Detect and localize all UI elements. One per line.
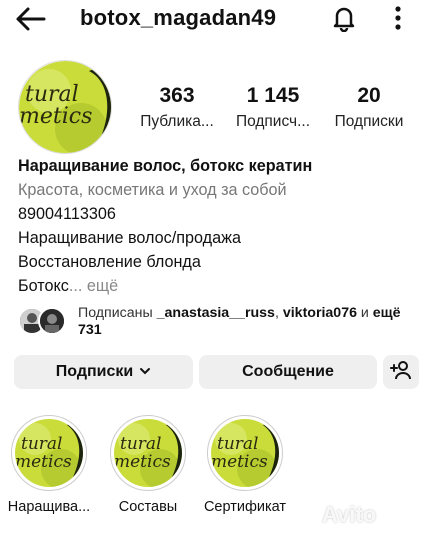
add-person-button[interactable] [383, 355, 419, 389]
highlight-2-text-top: tural [217, 434, 258, 454]
followed-by-avatars [18, 307, 70, 337]
highlight-ring: tural metics [207, 415, 283, 491]
more-vertical-icon[interactable] [388, 4, 408, 32]
bio-category: Красота, косметика и уход за собой [18, 181, 287, 199]
back-arrow-icon[interactable] [14, 4, 48, 34]
highlight-0-text-top: tural [21, 434, 62, 454]
stat-posts[interactable]: 363 Публика... [132, 84, 222, 131]
highlight-label: Сертификат [203, 499, 287, 515]
avito-watermark: Avito [322, 502, 377, 527]
stat-posts-label: Публика... [140, 113, 214, 130]
followed-by-and: и [356, 305, 373, 321]
stat-following-label: Подписки [334, 113, 404, 130]
subscriptions-button[interactable]: Подписки [14, 355, 193, 389]
followed-by-user-2[interactable]: viktoria076 [283, 305, 357, 321]
highlight-label: Наращива... [7, 499, 91, 515]
subscriptions-button-label: Подписки [55, 363, 134, 380]
bio-line-2: Восстановление блонда [18, 253, 201, 271]
top-bar: botox_magadan49 [0, 0, 432, 40]
profile-avatar[interactable]: tural metics [18, 60, 112, 154]
bio-last-line: Ботокс... ещё [18, 274, 418, 298]
highlight-label: Составы [118, 499, 178, 515]
stat-followers[interactable]: 1 145 Подписч... [228, 84, 318, 131]
bio-line-3: Ботокс [18, 277, 69, 295]
stat-following[interactable]: 20 Подписки [324, 84, 414, 131]
highlight-0-text-bottom: metics [15, 452, 72, 472]
bio-phone: 89004113306 [18, 205, 116, 223]
highlight-ring: tural metics [11, 415, 87, 491]
avatar [38, 307, 66, 335]
profile-bio: Наращивание волос, ботокс кератин Красот… [18, 154, 418, 298]
highlight-0[interactable]: tural metics Наращива... [4, 415, 94, 515]
highlight-1-text-bottom: metics [114, 452, 171, 472]
followed-by-user-1[interactable]: _anastasia__russ [157, 305, 275, 321]
stat-followers-value: 1 145 [246, 84, 300, 107]
message-button-label: Сообщение [242, 363, 334, 380]
stat-posts-value: 363 [159, 84, 195, 107]
avatar-text-bottom: metics [19, 104, 92, 129]
profile-username: botox_magadan49 [80, 5, 277, 30]
stat-following-value: 20 [357, 84, 381, 107]
bio-more-link[interactable]: ... ещё [69, 277, 118, 295]
highlight-2[interactable]: tural metics Сертификат [200, 415, 290, 515]
followed-by-prefix: Подписаны [78, 305, 157, 321]
followed-by-separator: , [274, 305, 283, 321]
message-button[interactable]: Сообщение [199, 355, 377, 389]
stat-followers-label: Подписч... [235, 113, 311, 130]
highlight-2-text-bottom: metics [211, 452, 268, 472]
followed-by-text: Подписаны _anastasia__russ, viktoria076 … [78, 305, 418, 339]
highlight-1-text-top: tural [120, 434, 161, 454]
bell-icon[interactable] [330, 4, 358, 33]
highlight-1[interactable]: tural metics Составы [103, 415, 193, 515]
bio-line-1: Наращивание волос/продажа [18, 229, 241, 247]
bio-name: Наращивание волос, ботокс кератин [18, 157, 313, 175]
add-person-icon [390, 360, 412, 385]
highlight-ring: tural metics [110, 415, 186, 491]
chevron-down-icon [139, 363, 151, 381]
